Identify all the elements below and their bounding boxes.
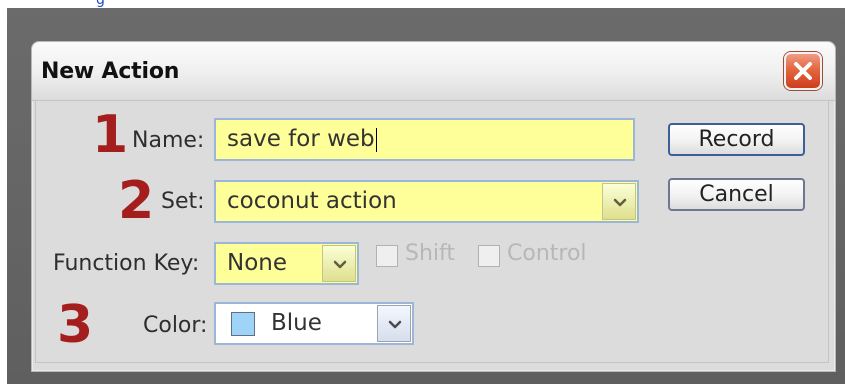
set-select-value: coconut action [227,188,397,214]
screenshot-canvas: g New Action 1 Name: save for web Record… [0,0,845,384]
function-key-label: Function Key: [53,251,200,276]
text-cursor [375,127,377,152]
dialog-content: 1 Name: save for web Record Cancel 2 Set… [35,100,829,363]
function-key-select[interactable]: None [214,242,359,285]
close-button[interactable] [784,52,822,90]
chevron-down-icon [333,260,347,269]
function-key-value: None [227,250,288,276]
record-button[interactable]: Record [668,123,805,156]
dialog-titlebar: New Action [32,42,835,101]
color-value: Blue [271,310,322,336]
annotation-number-3: 3 [57,295,94,355]
set-dropdown-button[interactable] [602,183,636,220]
set-select[interactable]: coconut action [214,180,639,223]
annotation-number-2: 2 [118,171,155,231]
new-action-dialog: New Action 1 Name: save for web Record C… [31,41,836,372]
name-input[interactable]: save for web [214,118,635,161]
control-checkbox[interactable] [478,245,500,267]
color-select[interactable]: Blue [214,302,414,345]
shift-label: Shift [405,241,456,266]
chevron-down-icon [613,198,627,207]
close-icon [794,62,812,80]
chevron-down-icon [388,320,402,329]
function-key-dropdown-button[interactable] [322,245,356,282]
annotation-number-1: 1 [92,105,129,165]
top-link-fragment[interactable]: g [96,0,105,8]
name-input-value: save for web [227,126,375,152]
dialog-title: New Action [41,59,180,84]
control-label: Control [507,241,587,266]
color-swatch [231,312,255,336]
set-label: Set: [161,189,205,214]
color-dropdown-button[interactable] [377,305,411,342]
name-label: Name: [132,128,205,153]
cancel-button[interactable]: Cancel [668,178,805,211]
color-label: Color: [143,313,208,338]
shift-checkbox[interactable] [376,245,398,267]
